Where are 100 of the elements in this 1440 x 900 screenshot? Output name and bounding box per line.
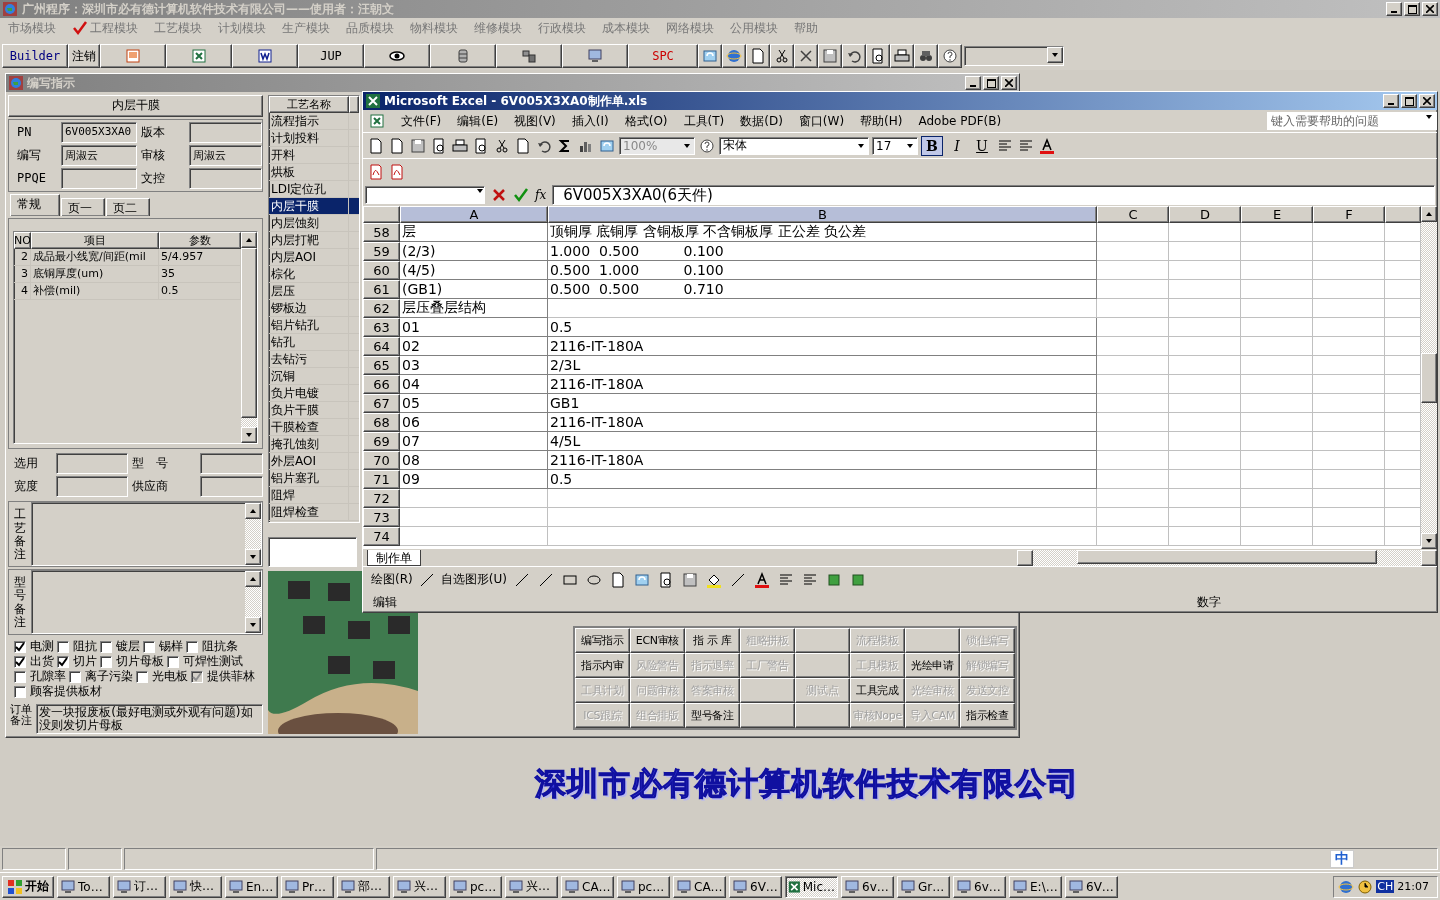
toolbar-button[interactable] bbox=[364, 44, 430, 68]
taskbar-button[interactable]: 订… bbox=[113, 875, 166, 898]
menu-item[interactable]: Adobe PDF(B) bbox=[918, 114, 1002, 128]
toolbar-button[interactable] bbox=[818, 44, 842, 68]
list-item[interactable]: 负片电镀 bbox=[269, 385, 349, 402]
checkbox[interactable]: 顾客提供板材 bbox=[14, 683, 102, 700]
column-header[interactable]: B bbox=[548, 206, 1097, 223]
taskbar-button[interactable]: 6V… bbox=[729, 875, 782, 898]
scrollbar[interactable] bbox=[1421, 206, 1437, 549]
formula-field[interactable]: 6V005X3XA0(6天件) bbox=[552, 185, 1435, 205]
action-button[interactable]: 指 示 库 bbox=[685, 628, 740, 653]
menu-item[interactable]: 数据(D) bbox=[740, 112, 783, 130]
checkbox-box[interactable] bbox=[100, 640, 112, 653]
checkbox[interactable]: 可焊性测试 bbox=[167, 653, 243, 670]
scroll-button[interactable] bbox=[1047, 47, 1063, 63]
column-header[interactable]: E bbox=[1241, 206, 1313, 223]
ime-mode[interactable]: 中 bbox=[1335, 850, 1349, 868]
list-item[interactable]: 铝片塞孔 bbox=[269, 470, 349, 487]
toolbar-button[interactable]: JUP bbox=[298, 44, 364, 68]
checkbox-box[interactable] bbox=[167, 655, 179, 668]
taskbar-button[interactable]: Pr… bbox=[281, 875, 334, 898]
format-button[interactable]: U bbox=[971, 135, 993, 156]
tab[interactable]: 页二 bbox=[106, 197, 150, 216]
list-item[interactable]: 铝片钻孔 bbox=[269, 317, 349, 334]
checkbox[interactable]: 离子污染 bbox=[69, 668, 133, 685]
toolbar-button[interactable] bbox=[794, 44, 818, 68]
action-button[interactable]: 指示检查 bbox=[960, 703, 1015, 728]
row-header[interactable]: 62 bbox=[363, 299, 400, 318]
toolbar-button[interactable] bbox=[890, 44, 914, 68]
font-size-dropdown[interactable]: 17 bbox=[872, 136, 918, 155]
row-header[interactable]: 58 bbox=[363, 223, 400, 242]
menu-item[interactable]: 插入(I) bbox=[571, 112, 609, 130]
column-header[interactable]: D bbox=[1169, 206, 1241, 223]
list-cell[interactable] bbox=[349, 198, 359, 215]
input-field[interactable] bbox=[56, 453, 128, 475]
close-button[interactable] bbox=[1419, 94, 1435, 108]
menu-button[interactable]: 绘图(R) bbox=[371, 571, 413, 588]
start-button[interactable]: 开始 bbox=[2, 875, 54, 898]
toolbar-button[interactable] bbox=[842, 44, 866, 68]
toolbar-button[interactable] bbox=[496, 44, 562, 68]
input-field[interactable]: 周淑云 bbox=[61, 144, 137, 166]
list-item[interactable]: 干膜检查 bbox=[269, 419, 349, 436]
taskbar-button[interactable]: CA… bbox=[561, 875, 614, 898]
action-button[interactable]: 指示内审 bbox=[575, 653, 630, 678]
taskbar-button[interactable]: E:\… bbox=[1009, 875, 1062, 898]
checkbox[interactable]: 切片母板 bbox=[100, 653, 164, 670]
checkbox[interactable]: 锡样 bbox=[143, 638, 183, 655]
toolbar-button[interactable] bbox=[562, 44, 628, 68]
checkbox[interactable]: 阻抗 bbox=[57, 638, 97, 655]
menu-item[interactable]: 视图(V) bbox=[514, 112, 556, 130]
input-field[interactable] bbox=[200, 453, 263, 475]
scrollbar[interactable] bbox=[241, 231, 257, 444]
row-header[interactable]: 71 bbox=[363, 470, 400, 489]
list-item[interactable]: 阻焊检查 bbox=[269, 504, 349, 521]
maximize-button[interactable] bbox=[1404, 2, 1420, 16]
scroll-thumb[interactable] bbox=[1421, 352, 1437, 403]
font-dropdown[interactable]: 宋体 bbox=[719, 136, 869, 155]
list-item[interactable]: 内层蚀刻 bbox=[269, 215, 349, 232]
taskbar-button[interactable]: Mic… bbox=[785, 875, 838, 898]
taskbar-button[interactable]: 部… bbox=[337, 875, 390, 898]
row-header[interactable]: 73 bbox=[363, 508, 400, 527]
taskbar-button[interactable]: pc… bbox=[617, 875, 670, 898]
language-indicator[interactable]: CH bbox=[1376, 880, 1395, 893]
blank-button[interactable] bbox=[795, 628, 850, 653]
taskbar-button[interactable]: 6v… bbox=[841, 875, 894, 898]
list-item[interactable]: 阻焊 bbox=[269, 487, 349, 504]
scroll-button[interactable] bbox=[1421, 549, 1437, 566]
taskbar-button[interactable]: En… bbox=[225, 875, 278, 898]
blank-button[interactable] bbox=[740, 678, 795, 703]
menu-item[interactable]: 文件(F) bbox=[401, 112, 442, 130]
taskbar-button[interactable]: 快… bbox=[169, 875, 222, 898]
toolbar-button[interactable] bbox=[430, 44, 496, 68]
maximize-button[interactable] bbox=[1401, 94, 1417, 108]
scroll-button[interactable] bbox=[245, 617, 261, 633]
toolbar-button[interactable] bbox=[770, 44, 794, 68]
checkbox[interactable]: 出货 bbox=[14, 653, 54, 670]
column-header[interactable]: A bbox=[400, 206, 548, 223]
memo-field[interactable] bbox=[31, 502, 262, 567]
toolbar-button[interactable] bbox=[722, 44, 746, 68]
taskbar-button[interactable]: 兴… bbox=[505, 875, 558, 898]
checkbox-box[interactable] bbox=[136, 670, 148, 683]
toolbar-button[interactable]: 注销 bbox=[68, 44, 100, 68]
checkbox-box[interactable] bbox=[57, 655, 69, 668]
list-item[interactable]: 计划投料 bbox=[269, 130, 349, 147]
close-button[interactable] bbox=[1422, 2, 1438, 16]
taskbar-button[interactable]: Gr… bbox=[897, 875, 950, 898]
menu-item[interactable]: 工具(T) bbox=[683, 112, 725, 130]
checkbox-box[interactable] bbox=[14, 685, 26, 698]
menu-button[interactable]: 自选图形(U) bbox=[440, 571, 507, 588]
blank-button[interactable] bbox=[795, 653, 850, 678]
checkbox[interactable]: 电测 bbox=[14, 638, 54, 655]
row-header[interactable]: 63 bbox=[363, 318, 400, 337]
input-field[interactable]: 周淑云 bbox=[189, 144, 262, 166]
input-field[interactable]: 6V005X3XA0 bbox=[61, 121, 137, 143]
scroll-thumb[interactable] bbox=[1077, 549, 1377, 564]
list-item[interactable]: 外层AOI bbox=[269, 453, 349, 470]
toolbar-button[interactable] bbox=[746, 44, 770, 68]
column-header[interactable]: F bbox=[1313, 206, 1385, 223]
toolbar-button[interactable] bbox=[914, 44, 938, 68]
help-search-field[interactable]: 键入需要帮助的问题 bbox=[1267, 112, 1437, 130]
